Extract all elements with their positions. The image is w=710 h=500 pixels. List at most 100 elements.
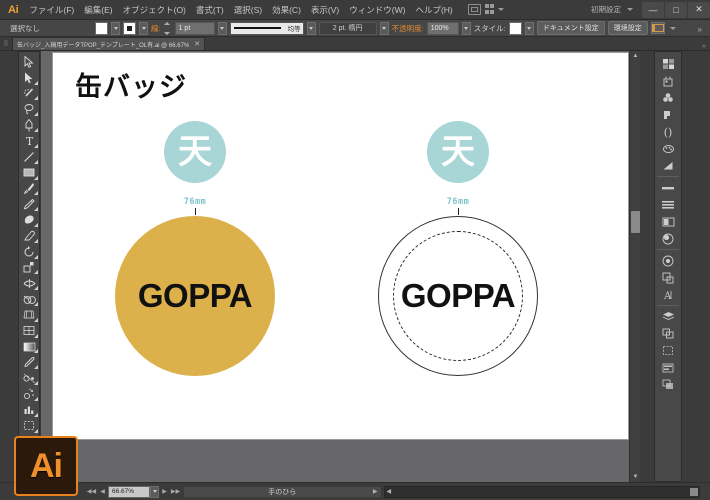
prev-artboard-button[interactable]: ◀ — [97, 486, 108, 498]
last-artboard-button[interactable]: ▶▶ — [170, 486, 181, 498]
scroll-up-arrow-icon[interactable]: ▲ — [630, 51, 640, 61]
blend-tool[interactable] — [19, 370, 39, 386]
gradient-panel-icon[interactable] — [656, 157, 680, 174]
minimize-button[interactable]: — — [642, 1, 664, 18]
perspective-grid-tool[interactable] — [19, 307, 39, 323]
pathfinder-panel-icon[interactable] — [656, 325, 680, 342]
graphic-style-swatch[interactable] — [508, 21, 522, 35]
eyedropper-tool[interactable] — [19, 354, 39, 370]
stroke-profile-chevron-down-icon[interactable] — [306, 21, 316, 35]
rectangle-tool[interactable] — [19, 165, 39, 181]
stroke-weight-input[interactable]: 1 pt — [174, 21, 215, 35]
opacity-input[interactable]: 100% — [426, 21, 459, 35]
preferences-button[interactable]: 環境設定 — [607, 21, 648, 35]
graphic-styles-panel-icon[interactable] — [656, 252, 680, 269]
magic-wand-tool[interactable] — [19, 86, 39, 102]
gradient-tool[interactable] — [19, 339, 39, 355]
stroke-weight-stepper[interactable] — [163, 21, 171, 35]
document-tab[interactable]: 缶バッジ_入稿用データTPOP_テンプレート_OL有.ai @ 66.67% ✕ — [12, 37, 206, 50]
first-artboard-button[interactable]: ◀◀ — [86, 486, 97, 498]
type-tool[interactable]: T — [19, 133, 39, 149]
transform-panel-icon[interactable] — [656, 269, 680, 286]
document-arrange-icon[interactable] — [467, 4, 481, 15]
symbols-panel-icon[interactable]: () — [656, 123, 680, 140]
brush-definition-chevron-down-icon[interactable] — [379, 21, 389, 35]
brush-libraries-panel-icon[interactable] — [656, 140, 680, 157]
zoom-level-input[interactable]: 66.67% — [108, 485, 150, 498]
document-setup-button[interactable]: ドキュメント設定 — [536, 21, 605, 35]
fill-color-swatch[interactable] — [95, 21, 108, 35]
badge-filled-group[interactable]: 天 76mm GOPPA — [115, 121, 275, 376]
symbol-sprayer-tool[interactable] — [19, 386, 39, 402]
canvas-area[interactable]: 缶バッジ 天 76mm GOPPA 天 76mm GOPPA ▲ ▼ — [41, 51, 640, 482]
line-segment-tool[interactable] — [19, 149, 39, 165]
fill-swatch-chevron-down-icon[interactable] — [111, 21, 120, 35]
next-artboard-button[interactable]: ▶ — [159, 486, 170, 498]
rotate-tool[interactable] — [19, 244, 39, 260]
mesh-tool[interactable] — [19, 323, 39, 339]
color-panel-icon[interactable] — [656, 55, 680, 72]
hscroll-left-arrow-icon[interactable]: ◀ — [385, 488, 392, 495]
opacity-chevron-down-icon[interactable] — [461, 21, 471, 35]
document-tab-close-icon[interactable]: ✕ — [194, 40, 200, 48]
menu-item-edit[interactable]: 編集(E) — [79, 1, 117, 19]
menu-item-window[interactable]: ウィンドウ(W) — [344, 1, 410, 19]
status-menu-arrow-icon[interactable]: ▶ — [373, 488, 378, 495]
style-chevron-down-icon[interactable] — [524, 21, 534, 35]
brush-definition-input[interactable]: 2 pt. 楕円 — [318, 21, 377, 35]
swatches-panel-icon[interactable] — [656, 89, 680, 106]
character-panel-icon[interactable]: A — [656, 286, 680, 303]
width-tool[interactable] — [19, 275, 39, 291]
scale-tool[interactable] — [19, 260, 39, 276]
align-chevron-down-icon[interactable] — [669, 26, 676, 30]
menu-item-object[interactable]: オブジェクト(O) — [118, 1, 191, 19]
zoom-chevron-down-icon[interactable] — [150, 485, 159, 498]
align-options-icon[interactable] — [650, 22, 665, 34]
badge-outline-circle[interactable]: GOPPA — [378, 216, 538, 376]
chevron-down-icon[interactable] — [497, 8, 504, 11]
stroke-color-swatch[interactable] — [123, 21, 136, 35]
menu-item-effect[interactable]: 効果(C) — [267, 1, 306, 19]
menu-item-select[interactable]: 選択(S) — [229, 1, 267, 19]
canvas-vertical-scrollbar[interactable]: ▲ ▼ — [629, 51, 640, 482]
current-tool-status[interactable]: 手のひら ▶ — [183, 485, 382, 498]
close-button[interactable]: ✕ — [688, 1, 710, 18]
scroll-down-arrow-icon[interactable]: ▼ — [630, 472, 640, 482]
paintbrush-tool[interactable] — [19, 181, 39, 197]
maximize-button[interactable]: □ — [665, 1, 687, 18]
stroke-weight-chevron-down-icon[interactable] — [217, 21, 227, 35]
transparency-panel-icon[interactable] — [656, 213, 680, 230]
blob-brush-tool[interactable] — [19, 212, 39, 228]
stroke-panel-icon[interactable] — [656, 179, 680, 196]
shape-builder-tool[interactable] — [19, 291, 39, 307]
layers-panel-icon[interactable] — [656, 308, 680, 325]
pencil-tool[interactable] — [19, 196, 39, 212]
hscroll-thumb[interactable] — [690, 487, 698, 496]
eraser-tool[interactable] — [19, 228, 39, 244]
direct-selection-tool[interactable] — [19, 70, 39, 86]
align-panel-icon[interactable] — [656, 196, 680, 213]
canvas-scroll-thumb[interactable] — [631, 211, 640, 233]
document-info-panel-icon[interactable] — [656, 359, 680, 376]
column-graph-tool[interactable] — [19, 402, 39, 418]
lasso-tool[interactable] — [19, 101, 39, 117]
workspace-switcher[interactable]: 初期設定 — [591, 4, 625, 15]
brushes-panel-icon[interactable] — [656, 106, 680, 123]
menu-item-view[interactable]: 表示(V) — [306, 1, 344, 19]
selection-tool[interactable] — [19, 54, 39, 70]
pen-tool[interactable] — [19, 117, 39, 133]
badge-outline-group[interactable]: 天 76mm GOPPA — [378, 121, 538, 376]
menu-item-type[interactable]: 書式(T) — [191, 1, 229, 19]
menu-item-file[interactable]: ファイル(F) — [24, 1, 79, 19]
horizontal-scrollbar[interactable]: ◀ — [383, 485, 700, 498]
tab-drag-handle[interactable]: ⠿ — [0, 37, 12, 50]
screen-mode-icon[interactable] — [484, 4, 496, 15]
menu-item-help[interactable]: ヘルプ(H) — [410, 1, 457, 19]
stroke-swatch-chevron-down-icon[interactable] — [139, 21, 148, 35]
artboard-tool[interactable] — [19, 418, 39, 434]
badge-filled-circle[interactable]: GOPPA — [115, 216, 275, 376]
color-guide-panel-icon[interactable] — [656, 72, 680, 89]
artboards-panel-icon[interactable] — [656, 342, 680, 359]
control-bar-overflow-icon[interactable]: » — [698, 19, 706, 37]
stroke-profile-preview[interactable]: 均等 — [229, 21, 304, 35]
